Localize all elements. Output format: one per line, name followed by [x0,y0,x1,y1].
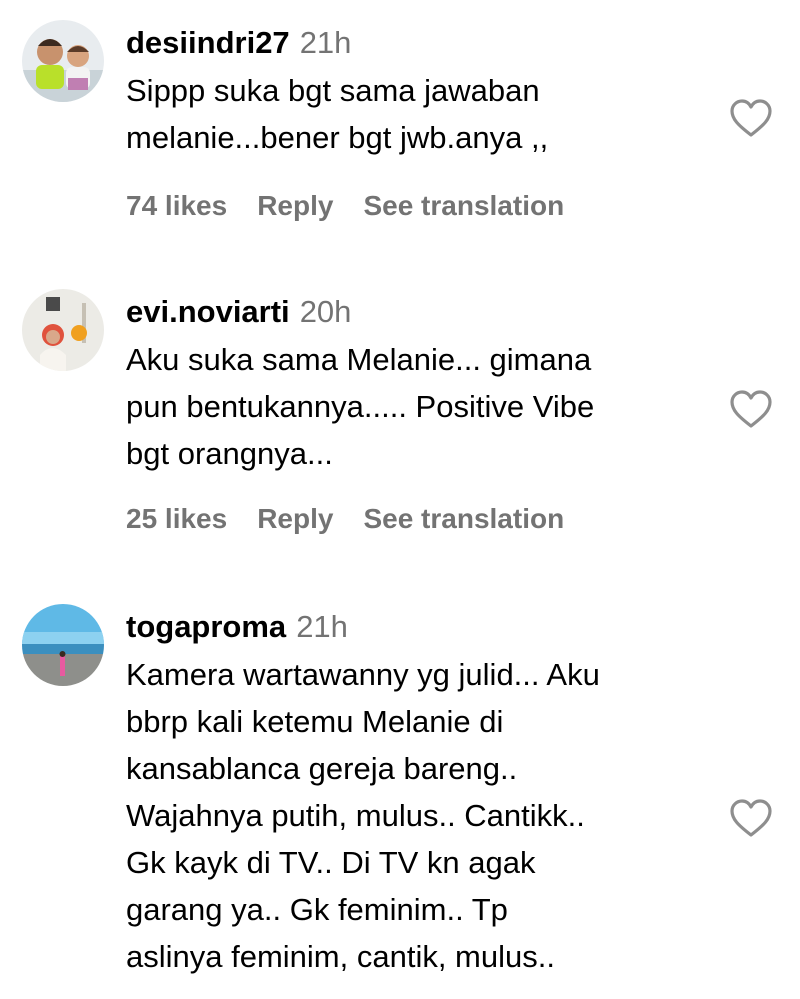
avatar-photo-woman-with-balloon [22,289,104,371]
comment-text-line: bgt orangnya... [126,436,333,471]
comment-text-line: Kamera wartawanny yg julid... Aku [126,657,600,692]
likes-count[interactable]: 74 likes [126,186,227,226]
comment-timestamp[interactable]: 21h [300,25,352,60]
comment-text-line: melanie...bener bgt jwb.anya ,, [126,120,549,155]
comment-header: evi.noviarti 20h [126,289,351,335]
comment-timestamp[interactable]: 21h [296,609,348,644]
comment-text: Kamera wartawanny yg julid... Aku bbrp k… [126,651,726,980]
comment-item: desiindri27 21h Sippp suka bgt sama jawab… [0,20,800,250]
comment-header: togaproma 21h [126,604,348,650]
username-link[interactable]: togaproma [126,609,286,644]
reply-button[interactable]: Reply [257,186,333,226]
see-translation-button[interactable]: See translation [363,499,564,539]
comment-actions: 25 likes Reply See translation [126,499,594,539]
comment-text-line: Aku suka sama Melanie... gimana [126,342,592,377]
comment-text-line: kansablanca gereja bareng.. [126,751,518,786]
comment-text-line: Sippp suka bgt sama jawaban [126,73,540,108]
username-link[interactable]: desiindri27 [126,25,290,60]
see-translation-button[interactable]: See translation [363,186,564,226]
user-avatar[interactable] [22,604,104,686]
avatar-photo-two-children [22,20,104,102]
heart-outline-icon[interactable] [728,389,774,429]
comment-item: evi.noviarti 20h Aku suka sama Melanie...… [0,289,800,549]
likes-count[interactable]: 25 likes [126,499,227,539]
avatar-photo-beach-scene [22,604,104,686]
comment-text-line: bbrp kali ketemu Melanie di [126,704,504,739]
heart-outline-icon[interactable] [728,798,774,838]
comment-header: desiindri27 21h [126,20,351,66]
comment-text-line: Wajahnya putih, mulus.. Cantikk.. [126,798,585,833]
comment-timestamp[interactable]: 20h [300,294,352,329]
heart-outline-icon[interactable] [728,98,774,138]
comment-text: Aku suka sama Melanie... gimana pun bent… [126,336,726,477]
comment-text: Sippp suka bgt sama jawaban melanie...be… [126,67,726,161]
comment-text-line: Gk kayk di TV.. Di TV kn agak [126,845,536,880]
comment-text-line: pun bentukannya..... Positive Vibe [126,389,595,424]
reply-button[interactable]: Reply [257,499,333,539]
user-avatar[interactable] [22,20,104,102]
comment-text-line: garang ya.. Gk feminim.. Tp [126,892,508,927]
user-avatar[interactable] [22,289,104,371]
comment-actions: 74 likes Reply See translation [126,186,594,226]
username-link[interactable]: evi.noviarti [126,294,290,329]
comment-text-line: aslinya feminim, cantik, mulus.. [126,939,555,974]
comment-item: togaproma 21h Kamera wartawanny yg julid.… [0,604,800,994]
